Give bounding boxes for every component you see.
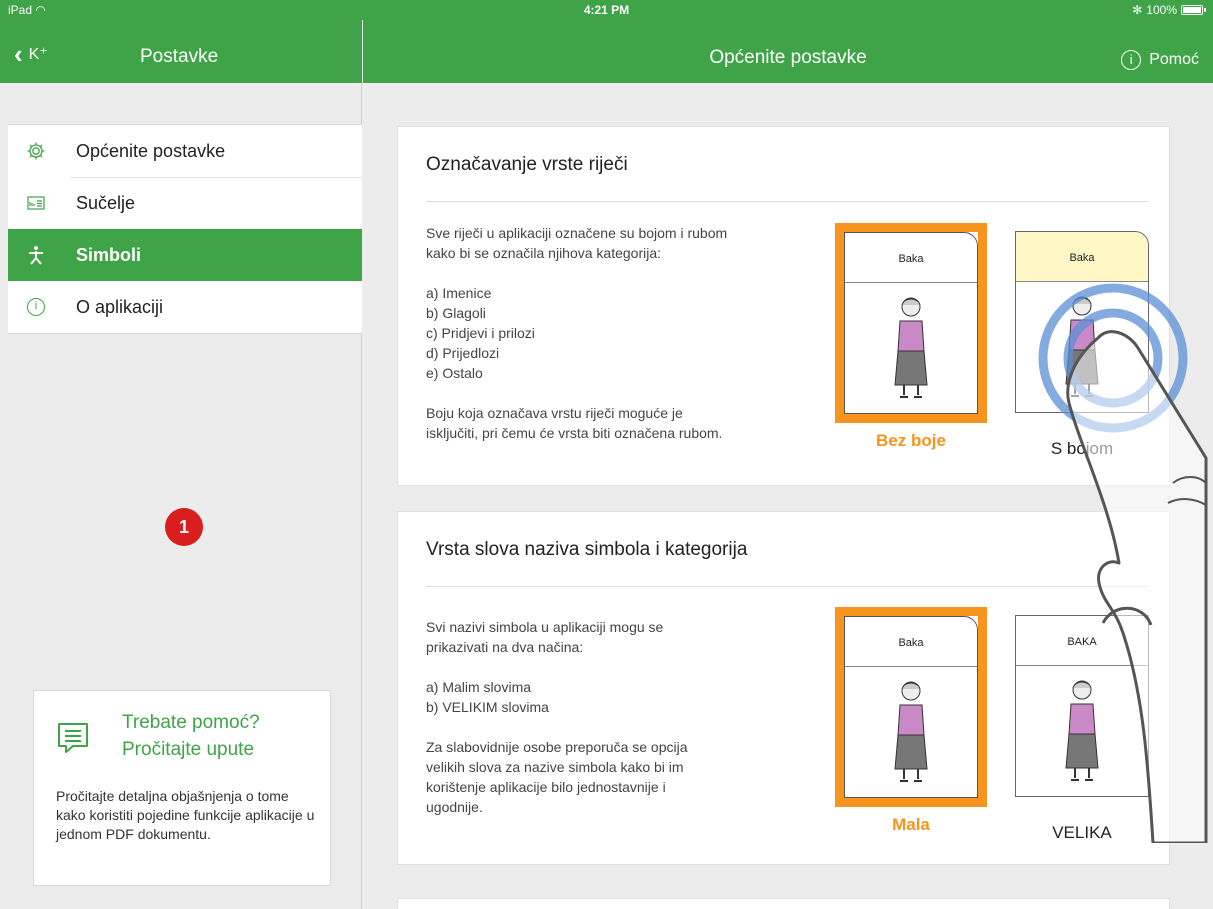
help-card-text: Pročitajte detaljna objašnjenja o tome k…	[56, 788, 315, 842]
main-content: Označavanje vrste riječi Sve riječi u ap…	[363, 83, 1213, 909]
option-lowercase[interactable]: Baka Mala	[835, 607, 987, 835]
sidebar-item-about[interactable]: i O aplikaciji	[8, 281, 362, 333]
option-caption: Mala	[892, 815, 930, 834]
main-navbar: Općenite postavke i Pomoć	[363, 20, 1213, 83]
page-title: Općenite postavke	[709, 47, 867, 68]
chevron-left-icon: ‹	[14, 39, 23, 69]
divider	[426, 201, 1149, 202]
symbol-card-label: Baka	[845, 617, 977, 667]
sidebar: Općenite postavke Sučelje Simboli i O ap…	[0, 83, 362, 909]
symbol-card-label: Baka	[845, 233, 977, 283]
status-time: 4:21 PM	[583, 3, 630, 17]
document-icon	[58, 723, 88, 753]
symbol-card: Baka	[1015, 231, 1149, 413]
symbol-card: BAKA	[1015, 615, 1149, 797]
info-icon: i	[26, 297, 46, 317]
sidebar-title: Postavke	[140, 46, 219, 67]
option-with-color[interactable]: Baka S bojom	[1015, 231, 1149, 459]
battery-percent: 100%	[1146, 3, 1177, 17]
option-no-color[interactable]: Baka Bez boje	[835, 223, 987, 451]
section-description: Sve riječi u aplikaciji označene su bojo…	[426, 225, 728, 441]
grandmother-figure-icon	[894, 681, 928, 782]
help-button[interactable]: i Pomoć	[1121, 50, 1199, 70]
sidebar-item-general[interactable]: Općenite postavke	[8, 125, 362, 177]
option-caption: VELIKA	[1052, 823, 1112, 842]
sidebar-item-interface[interactable]: Sučelje	[8, 177, 362, 229]
sidebar-item-label: Simboli	[76, 244, 142, 265]
back-label: K⁺	[28, 46, 48, 63]
status-right: ✻ 100%	[1132, 3, 1206, 17]
divider	[426, 586, 1149, 587]
option-caption: S bojom	[1050, 439, 1114, 458]
symbol-card: Baka	[835, 223, 987, 423]
symbol-card: Baka	[835, 607, 987, 807]
help-card-title: Trebate pomoć? Pročitajte upute	[122, 709, 260, 763]
option-caption: Bez boje	[876, 431, 946, 450]
step-badge: 1	[165, 508, 203, 546]
gear-icon	[26, 141, 46, 161]
section-title: Vrsta slova naziva simbola i kategorija	[426, 539, 748, 560]
info-icon: i	[1121, 50, 1142, 70]
bluetooth-icon: ✻	[1132, 3, 1143, 17]
symbol-icon	[26, 245, 46, 265]
grandmother-figure-icon	[1065, 296, 1099, 397]
status-bar: iPad ◠ 4:21 PM ✻ 100%	[0, 0, 1213, 20]
next-section-card	[397, 898, 1170, 909]
word-type-section: Označavanje vrste riječi Sve riječi u ap…	[397, 126, 1170, 486]
grandmother-figure-icon	[1065, 680, 1099, 781]
help-label: Pomoć	[1149, 51, 1199, 68]
sidebar-item-label: Sučelje	[76, 192, 136, 213]
sidebar-item-label: O aplikaciji	[76, 296, 164, 317]
section-description: Svi nazivi simbola u aplikaciji mogu se …	[426, 619, 688, 815]
letter-case-section: Vrsta slova naziva simbola i kategorija …	[397, 511, 1170, 865]
help-card-title-line2: Pročitajte upute	[122, 739, 255, 760]
sidebar-navbar: ‹ K⁺ Postavke	[0, 20, 362, 83]
section-title: Označavanje vrste riječi	[426, 154, 628, 175]
grandmother-figure-icon	[894, 297, 928, 398]
back-button[interactable]: ‹ K⁺	[14, 39, 48, 69]
option-uppercase[interactable]: BAKA VELIKA	[1015, 615, 1149, 843]
settings-menu: Općenite postavke Sučelje Simboli i O ap…	[8, 124, 362, 334]
help-card[interactable]: Trebate pomoć? Pročitajte upute Pročitaj…	[33, 690, 331, 886]
help-card-title-line1: Trebate pomoć?	[122, 712, 260, 733]
symbol-card-label: Baka	[1016, 232, 1148, 282]
battery-icon	[1181, 5, 1206, 15]
interface-icon	[26, 193, 46, 213]
symbol-card-label: BAKA	[1016, 616, 1148, 666]
sidebar-item-symbols[interactable]: Simboli	[8, 229, 362, 281]
sidebar-item-label: Općenite postavke	[76, 140, 226, 161]
